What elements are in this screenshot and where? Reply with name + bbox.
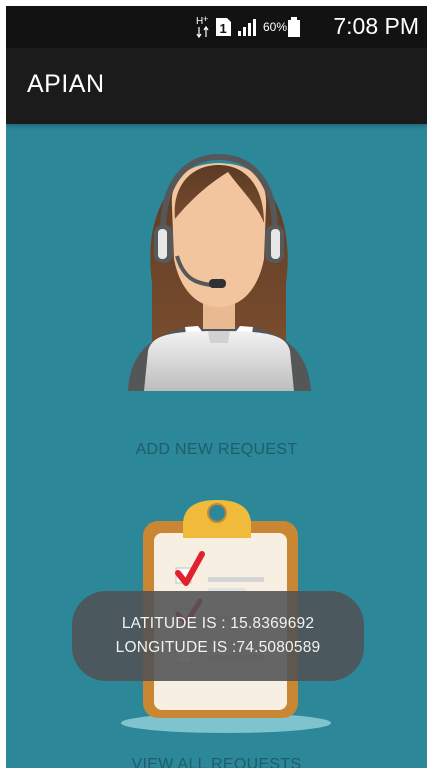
hplus-network-icon: H + [196,14,209,39]
svg-text:+: + [203,14,208,24]
status-bar: H + 1 60% 7:08 PM [6,6,427,48]
clock: 7:08 PM [333,13,419,39]
battery-percent: 60% [263,20,288,34]
view-all-requests-label: VIEW ALL REQUESTS [131,756,302,768]
app-bar: APIAN [6,48,427,124]
signal-icon [238,19,256,36]
latitude-text: LATITUDE IS : 15.8369692 [121,615,315,632]
location-toast: LATITUDE IS : 15.8369692 LONGITUDE IS :7… [72,591,364,681]
customer-support-icon [128,153,311,391]
longitude-text: LONGITUDE IS :74.5080589 [115,639,321,656]
app-title: APIAN [27,70,105,98]
phone-screen: H + 1 60% 7:08 PM APIAN ADD NEW REQUEST … [6,6,427,768]
battery-icon [288,17,300,37]
sim-1-icon: 1 [216,18,231,36]
add-new-request-button[interactable]: ADD NEW REQUEST [6,141,427,481]
add-new-request-label: ADD NEW REQUEST [135,441,298,458]
svg-text:1: 1 [220,21,227,36]
